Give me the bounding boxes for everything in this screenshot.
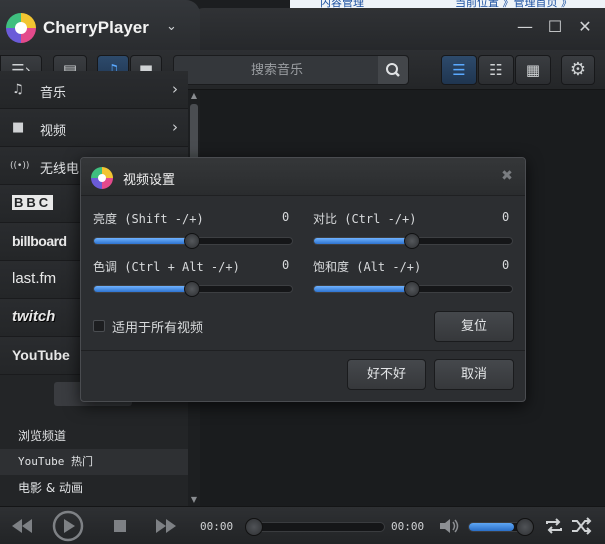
dialog-header: 视频设置 ✖ [81, 158, 525, 196]
app-menu-chevron-icon[interactable]: ⌄ [166, 19, 177, 34]
volume-knob[interactable] [516, 518, 534, 536]
scroll-up-icon[interactable]: ▲ [188, 90, 200, 102]
cherryplayer-logo-icon [91, 167, 113, 189]
brightness-fill [94, 238, 193, 244]
next-button[interactable] [152, 515, 182, 537]
settings-button[interactable]: ⚙ [561, 55, 595, 85]
seek-bar[interactable] [247, 522, 385, 532]
mute-button[interactable] [437, 516, 463, 536]
title-bar: CherryPlayer ⌄ — ☐ ✕ [0, 0, 605, 50]
brightness-label: 亮度 (Shift -/+) [93, 212, 204, 226]
minimize-button[interactable]: — [514, 16, 536, 38]
scrollbar-thumb[interactable] [190, 104, 198, 164]
sidebar-item-music[interactable]: ♫ 音乐 › [0, 71, 188, 109]
cherryplayer-logo-icon [6, 13, 36, 43]
contrast-fill [314, 238, 413, 244]
sidebar-item-label: 无线电 [40, 162, 80, 177]
hue-label: 色调 (Ctrl + Alt -/+) [93, 260, 240, 274]
wireless-icon: ((•)) [10, 161, 30, 171]
next-icon [156, 519, 176, 533]
search-button[interactable] [378, 56, 408, 84]
music-note-icon: ♫ [12, 82, 24, 97]
lastfm-logo: last.fm [12, 270, 57, 287]
scroll-down-icon[interactable]: ▼ [188, 494, 200, 506]
hue-knob[interactable] [184, 281, 200, 297]
maximize-button[interactable]: ☐ [544, 16, 566, 38]
chevron-right-icon: › [172, 118, 178, 136]
sidebar-item-video[interactable]: ■ 视频 › [0, 109, 188, 147]
stop-icon [114, 520, 126, 532]
dialog-close-icon[interactable]: ✖ [499, 168, 515, 184]
sidebar-link-youtube-trending[interactable]: YouTube 热门 [0, 449, 188, 475]
current-time: 00:00 [200, 520, 234, 533]
apply-all-label: 适用于所有视频 [112, 321, 204, 336]
apply-all-checkbox[interactable] [93, 320, 105, 332]
gear-icon: ⚙ [569, 59, 587, 80]
shuffle-button[interactable] [570, 516, 594, 536]
saturation-label: 饱和度 (Alt -/+) [313, 260, 422, 274]
contrast-value: 0 [502, 210, 510, 224]
sidebar-link-browse-channels[interactable]: 浏览频道 [0, 423, 188, 449]
video-camera-icon: ■ [12, 120, 25, 135]
search-box [173, 55, 409, 85]
search-input[interactable] [174, 56, 380, 84]
sidebar-item-label: 视频 [40, 124, 67, 139]
search-icon [386, 63, 400, 77]
reset-button[interactable]: 复位 [434, 311, 514, 342]
title-bar-background [190, 8, 605, 50]
repeat-icon [546, 518, 562, 534]
repeat-button[interactable] [543, 516, 565, 536]
stop-button[interactable] [110, 517, 130, 535]
ok-button[interactable]: 好不好 [347, 359, 426, 390]
previous-icon [12, 519, 32, 533]
bbc-logo: BBC [12, 195, 54, 210]
cancel-button[interactable]: 取消 [434, 359, 514, 390]
sidebar-link-movies-animation[interactable]: 电影 & 动画 [0, 475, 188, 501]
youtube-logo: YouTube [12, 347, 70, 363]
dialog-divider [81, 350, 525, 351]
close-button[interactable]: ✕ [574, 16, 596, 38]
detail-view-icon: ☷ [489, 61, 503, 79]
view-list-button[interactable]: ☰ [441, 55, 477, 85]
seek-knob[interactable] [245, 518, 263, 536]
player-bar: 00:00 00:00 [0, 506, 605, 544]
previous-button[interactable] [6, 515, 36, 537]
speaker-icon [440, 519, 459, 533]
list-view-icon: ☰ [452, 61, 466, 79]
twitch-logo: twitch [12, 308, 56, 325]
volume-fill [469, 523, 514, 531]
hue-value: 0 [282, 258, 290, 272]
saturation-value: 0 [502, 258, 510, 272]
app-title: CherryPlayer [43, 18, 149, 37]
hue-fill [94, 286, 193, 292]
dialog-title: 视频设置 [123, 173, 176, 188]
contrast-knob[interactable] [404, 233, 420, 249]
play-button[interactable] [50, 510, 86, 542]
chevron-right-icon: › [172, 80, 178, 98]
play-icon [52, 510, 84, 542]
brightness-knob[interactable] [184, 233, 200, 249]
view-detail-button[interactable]: ☷ [478, 55, 514, 85]
view-grid-button[interactable]: ▦ [515, 55, 551, 85]
billboard-logo: billboard [12, 233, 67, 249]
saturation-knob[interactable] [404, 281, 420, 297]
sidebar-item-label: 音乐 [40, 86, 67, 101]
saturation-fill [314, 286, 413, 292]
total-time: 00:00 [391, 520, 425, 533]
shuffle-icon [572, 517, 592, 535]
video-settings-dialog: 视频设置 ✖ 亮度 (Shift -/+) 0 对比 (Ctrl -/+) 0 … [80, 157, 526, 402]
contrast-label: 对比 (Ctrl -/+) [313, 212, 417, 226]
grid-view-icon: ▦ [525, 61, 541, 79]
brightness-value: 0 [282, 210, 290, 224]
